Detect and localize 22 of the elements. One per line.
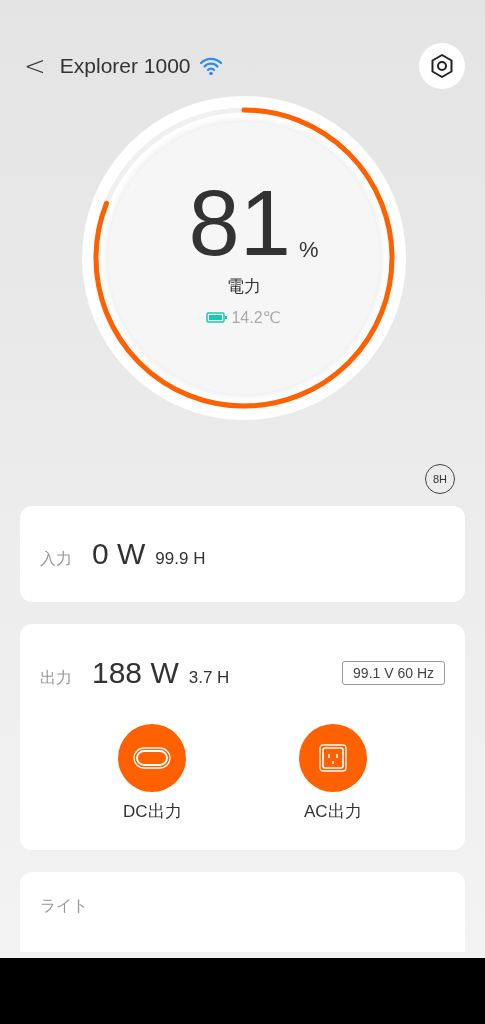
input-label: 入力: [40, 549, 72, 569]
output-power: 188 W: [92, 656, 179, 690]
settings-icon: [429, 53, 455, 79]
input-power: 0 W: [92, 537, 146, 571]
output-time: 3.7 H: [188, 668, 230, 688]
percent-unit: %: [298, 237, 319, 263]
battery-icon: [206, 312, 229, 323]
back-button[interactable]: <: [20, 51, 50, 81]
light-label: ライト: [40, 897, 88, 914]
battery-percent: 81: [188, 177, 291, 269]
voltage-tag: 99.1 V 60 Hz: [342, 661, 445, 685]
device-title: Explorer 1000: [59, 54, 191, 78]
port-label: DC出力: [122, 801, 182, 823]
wifi-icon: [198, 56, 223, 76]
power-outlet-icon: [318, 744, 347, 772]
settings-button[interactable]: [419, 43, 465, 89]
input-time: 99.9 H: [155, 549, 206, 569]
usb-c-port-icon: [133, 747, 172, 769]
output-label: 出力: [40, 668, 72, 688]
temperature: 14.2℃: [231, 308, 281, 327]
battery-label: 電力: [226, 276, 261, 298]
port-label: AC出力: [303, 801, 362, 823]
